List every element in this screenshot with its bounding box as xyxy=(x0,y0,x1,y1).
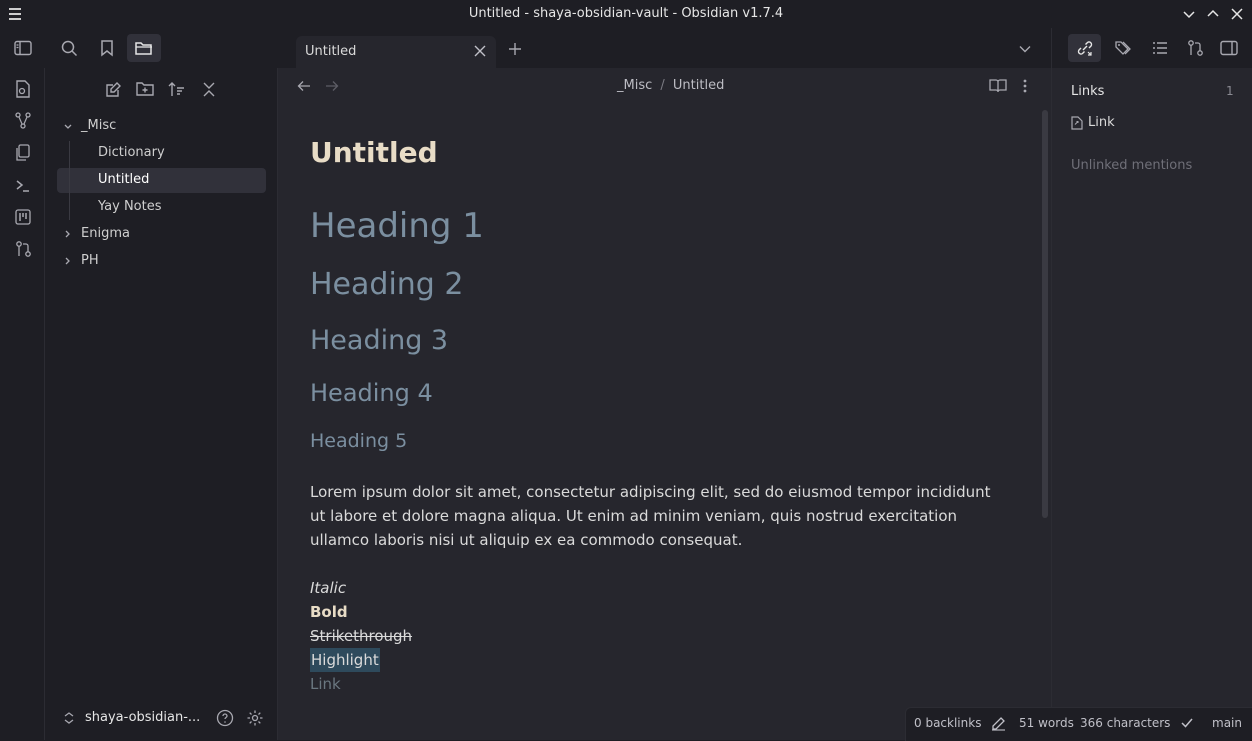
unlinked-mentions[interactable]: Unlinked mentions xyxy=(1071,158,1192,173)
right-sidebar-toggle-icon[interactable] xyxy=(1220,40,1238,56)
git-branch[interactable]: main xyxy=(1212,716,1242,730)
reading-view-icon[interactable] xyxy=(989,78,1007,94)
tree-indent-guide xyxy=(69,141,70,220)
search-icon[interactable] xyxy=(61,40,78,57)
outline-icon[interactable] xyxy=(1152,40,1168,56)
sort-icon[interactable] xyxy=(168,81,185,98)
breadcrumb-separator: / xyxy=(660,78,665,93)
file-link-icon xyxy=(1071,116,1083,130)
chevron-right-icon[interactable] xyxy=(63,229,73,239)
breadcrumb-file[interactable]: Untitled xyxy=(673,78,724,93)
editor-pane: _Misc / Untitled Untitled Heading 1 Head… xyxy=(278,68,1051,740)
maximize-icon[interactable] xyxy=(1205,6,1221,22)
heading-2[interactable]: Heading 2 xyxy=(310,267,463,302)
outgoing-links-icon[interactable] xyxy=(1076,39,1094,57)
close-window-icon[interactable] xyxy=(1229,6,1245,22)
character-count: 366 characters xyxy=(1080,716,1171,730)
minimize-icon[interactable] xyxy=(1181,6,1197,22)
heading-1[interactable]: Heading 1 xyxy=(310,206,484,246)
forward-arrow-icon[interactable] xyxy=(325,79,339,93)
vault-name[interactable]: shaya-obsidian-... xyxy=(85,710,200,725)
left-pane-header xyxy=(44,28,277,68)
strikethrough-text[interactable]: Strikethrough xyxy=(310,624,412,648)
file-yay-notes[interactable]: Yay Notes xyxy=(98,199,162,214)
right-pane-header xyxy=(1051,28,1252,68)
command-palette-icon[interactable] xyxy=(15,178,31,194)
heading-4[interactable]: Heading 4 xyxy=(310,379,433,407)
tab-untitled[interactable]: Untitled xyxy=(296,36,496,68)
link-text[interactable]: Link xyxy=(310,672,341,696)
highlight-text[interactable]: Highlight xyxy=(310,648,380,672)
new-tab-icon[interactable] xyxy=(507,41,523,57)
more-options-icon[interactable] xyxy=(1023,78,1027,94)
collapse-all-icon[interactable] xyxy=(202,81,216,98)
editor-scrollbar[interactable] xyxy=(1042,110,1048,518)
open-quick-switcher-icon[interactable] xyxy=(15,80,31,98)
tree-selection-highlight xyxy=(57,168,266,193)
folder-open-icon[interactable] xyxy=(135,40,153,56)
sidebar-toggle-icon[interactable] xyxy=(14,40,32,56)
source-control-icon[interactable] xyxy=(1187,39,1204,57)
close-tab-icon[interactable] xyxy=(473,44,487,58)
folder-ph[interactable]: PH xyxy=(81,253,99,268)
paragraph-line-3[interactable]: ullamco laboris nisi ut aliquip ex ea co… xyxy=(310,528,742,552)
heading-3[interactable]: Heading 3 xyxy=(310,325,448,356)
folder-misc[interactable]: _Misc xyxy=(81,118,116,133)
vault-switcher-icon[interactable] xyxy=(63,711,75,725)
breadcrumb: _Misc / Untitled xyxy=(617,78,724,93)
edit-mode-icon[interactable] xyxy=(991,716,1006,731)
heading-5[interactable]: Heading 5 xyxy=(310,430,407,452)
bookmark-icon[interactable] xyxy=(100,39,114,57)
title-bar: Untitled - shaya-obsidian-vault - Obsidi… xyxy=(0,0,1252,28)
links-count: 1 xyxy=(1226,84,1234,98)
bold-text[interactable]: Bold xyxy=(310,600,348,624)
help-icon[interactable] xyxy=(216,709,234,727)
word-count: 51 words xyxy=(1019,716,1074,730)
gear-icon[interactable] xyxy=(246,709,264,727)
canvas-icon[interactable] xyxy=(15,144,31,162)
file-dictionary[interactable]: Dictionary xyxy=(98,145,165,160)
chevron-down-icon[interactable] xyxy=(63,122,73,132)
backlinks-count[interactable]: 0 backlinks xyxy=(914,716,981,730)
file-untitled[interactable]: Untitled xyxy=(98,172,149,187)
graph-view-icon[interactable] xyxy=(15,112,31,130)
git-compare-icon[interactable] xyxy=(15,240,32,258)
ribbon-top xyxy=(0,28,44,68)
breadcrumb-folder[interactable]: _Misc xyxy=(617,78,652,93)
paragraph-line-2[interactable]: ut labore et dolore magna aliqua. Ut eni… xyxy=(310,504,957,528)
status-bar: 0 backlinks 51 words 366 characters main xyxy=(905,707,1252,741)
new-folder-icon[interactable] xyxy=(136,81,154,97)
chevron-right-icon[interactable] xyxy=(63,256,73,266)
window-title: Untitled - shaya-obsidian-vault - Obsidi… xyxy=(468,6,784,21)
links-item[interactable]: Link xyxy=(1088,115,1115,130)
tags-icon[interactable] xyxy=(1114,39,1132,57)
links-pane: Links 1 Link Unlinked mentions xyxy=(1051,68,1252,740)
tab-list-chevron-icon[interactable] xyxy=(1018,42,1032,56)
links-panel-title[interactable]: Links xyxy=(1071,84,1104,99)
kanban-icon[interactable] xyxy=(15,208,31,226)
folder-enigma[interactable]: Enigma xyxy=(81,226,130,241)
sync-check-icon[interactable] xyxy=(1180,716,1194,730)
paragraph-line-1[interactable]: Lorem ipsum dolor sit amet, consectetur … xyxy=(310,480,991,504)
tab-label: Untitled xyxy=(305,44,357,59)
ribbon xyxy=(0,68,45,740)
back-arrow-icon[interactable] xyxy=(297,79,311,93)
new-note-icon[interactable] xyxy=(105,81,122,98)
italic-text[interactable]: Italic xyxy=(310,576,346,600)
note-title[interactable]: Untitled xyxy=(310,136,438,169)
